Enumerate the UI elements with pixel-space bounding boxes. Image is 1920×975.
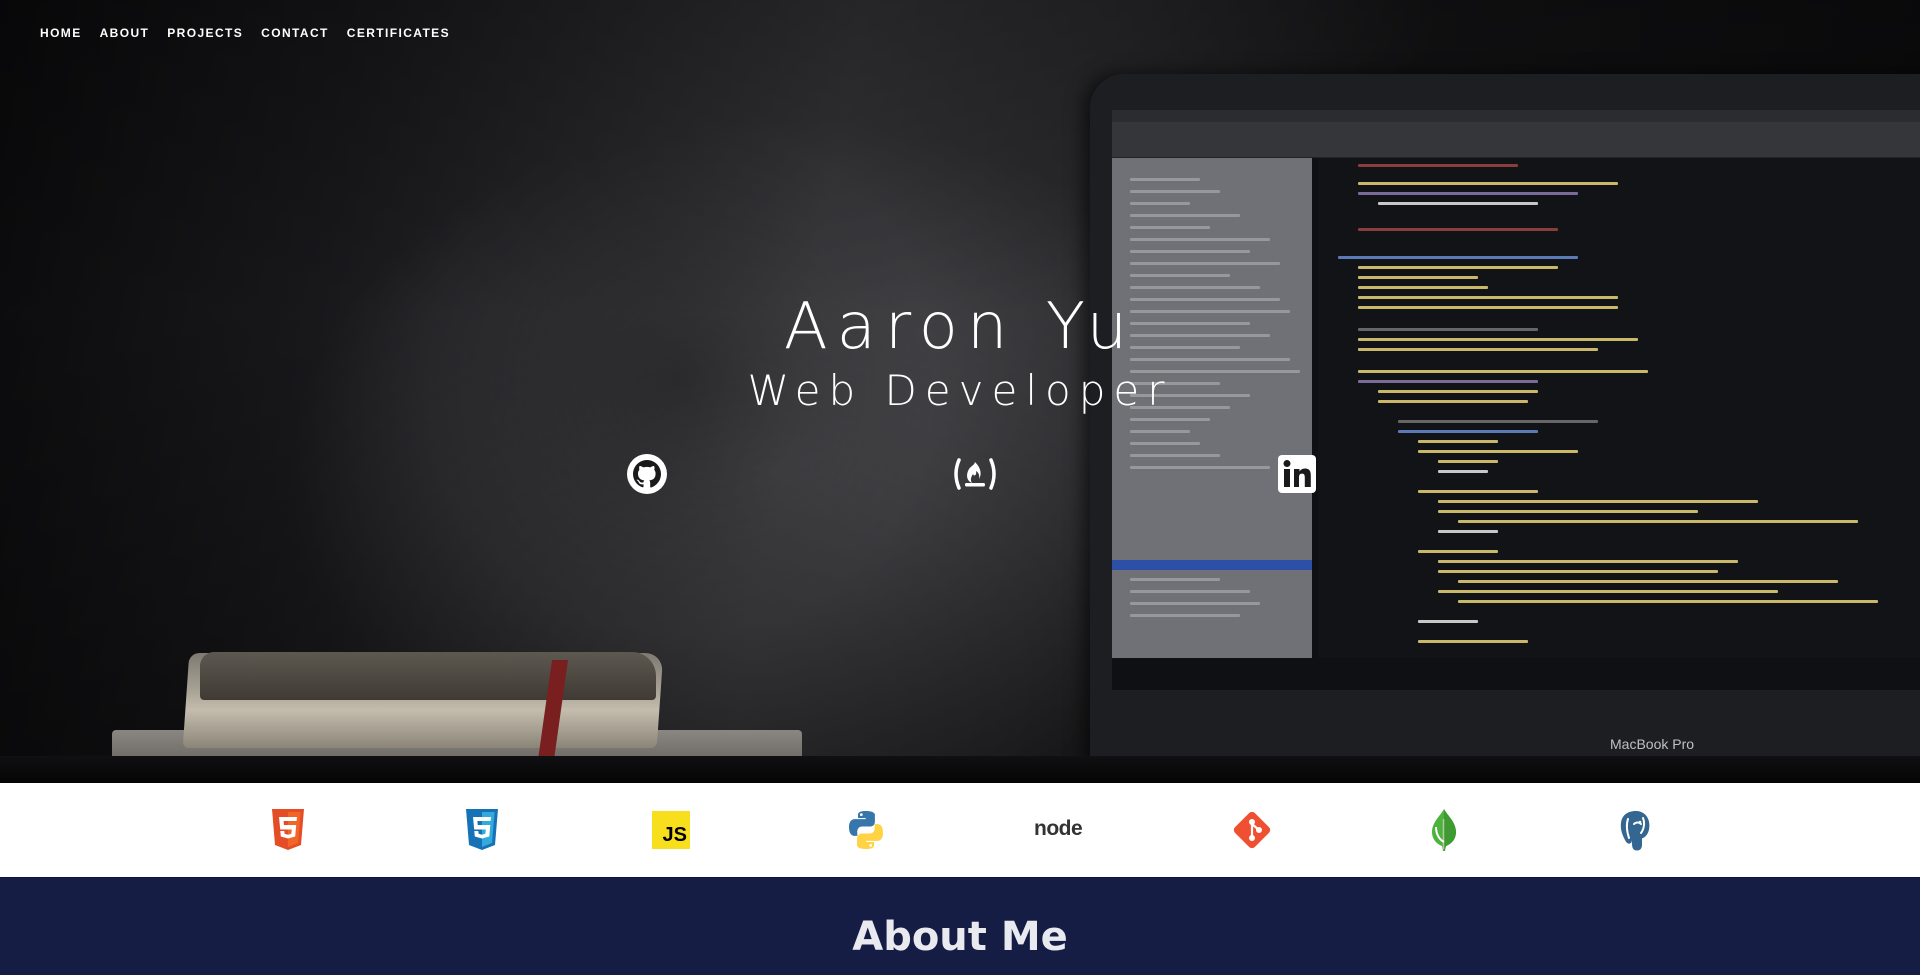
about-section: About Me [0,877,1920,975]
laptop-image: MacBook Pro [1090,74,1920,783]
css3-icon [460,807,504,853]
nodejs-icon: node [1034,807,1090,853]
python-icon [844,807,888,853]
nav-home[interactable]: HOME [40,26,82,40]
nav-projects[interactable]: PROJECTS [167,26,243,40]
linkedin-icon[interactable] [1278,455,1316,493]
mongodb-icon [1422,807,1466,853]
javascript-icon-label: JS [662,824,687,846]
table-edge [0,756,1920,783]
top-book-cover [200,652,656,700]
github-icon[interactable] [625,452,669,496]
tech-stack-bar: JS node [0,783,1920,877]
postgresql-icon [1614,807,1658,853]
editor-toolbar [1112,122,1920,158]
hero-title: Aaron Yu [783,290,1137,364]
hero-subtitle: Web Developer [747,366,1173,415]
mac-menubar [1112,110,1920,122]
top-nav: HOME ABOUT PROJECTS CONTACT CERTIFICATES [40,26,450,40]
nav-about[interactable]: ABOUT [100,26,150,40]
nodejs-icon-label: node [1034,817,1083,840]
nav-certificates[interactable]: CERTIFICATES [347,26,450,40]
git-icon [1230,807,1274,853]
javascript-icon: JS [652,811,690,849]
nav-contact[interactable]: CONTACT [261,26,329,40]
freecodecamp-icon[interactable] [951,452,999,496]
html5-icon [266,807,310,853]
laptop-brand-label: MacBook Pro [1610,736,1695,752]
about-heading: About Me [852,914,1068,960]
